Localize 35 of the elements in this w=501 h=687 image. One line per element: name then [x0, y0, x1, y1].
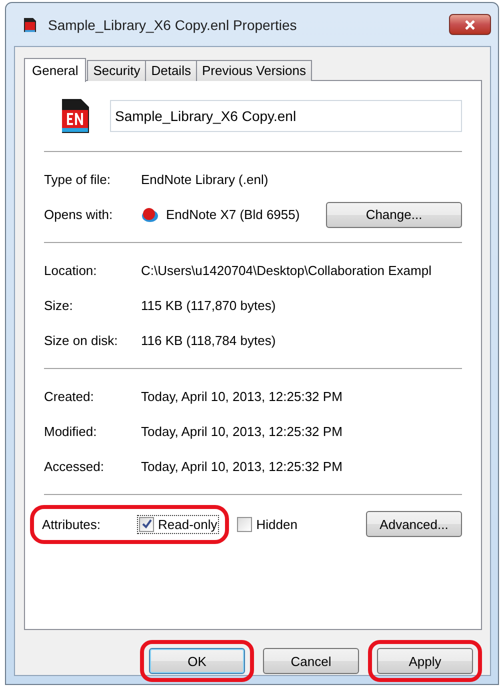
tab[interactable]: General	[24, 58, 86, 82]
field-label: Type of file:	[44, 172, 112, 187]
field-label: Created:	[44, 389, 95, 404]
close-icon	[464, 20, 476, 30]
tab[interactable]: Details	[145, 60, 197, 81]
field-label: Accessed:	[44, 459, 105, 474]
field-value: EndNote X7 (Bld 6955)	[166, 207, 300, 222]
dialog-button[interactable]: Cancel	[263, 648, 359, 674]
field-value: 115 KB (117,870 bytes)	[141, 298, 276, 313]
field-label: Opens with:	[44, 207, 114, 222]
field-label: Modified:	[44, 424, 98, 439]
tab[interactable]: Security	[87, 60, 146, 81]
file-name-field[interactable]: Sample_Library_X6 Copy.enl	[110, 100, 462, 132]
dialog-button[interactable]: OK	[149, 648, 245, 674]
close-button[interactable]	[449, 14, 491, 35]
file-icon	[22, 16, 38, 32]
field-label: Location:	[44, 263, 98, 278]
field-label: Size:	[44, 298, 74, 313]
field-value: Today, April 10, 2013, 12:25:32 PM	[141, 459, 342, 474]
field-label: Size on disk:	[44, 333, 119, 348]
app-icon	[141, 206, 159, 222]
field-value: 116 KB (118,784 bytes)	[141, 333, 276, 348]
dialog-button[interactable]: Apply	[377, 648, 473, 674]
field-value: EndNote Library (.enl)	[141, 172, 268, 187]
advanced-button[interactable]: Advanced...	[366, 511, 462, 537]
checkbox[interactable]: Hidden	[235, 514, 300, 534]
change-button[interactable]: Change...	[326, 202, 462, 228]
window-title: Sample_Library_X6 Copy.enl Properties	[48, 16, 297, 32]
field-value: C:\Users\u1420704\Desktop\Collaboration Exampl	[141, 263, 432, 278]
field-value: Today, April 10, 2013, 12:25:32 PM	[141, 424, 342, 439]
field-value: Today, April 10, 2013, 12:25:32 PM	[141, 389, 342, 404]
checkbox[interactable]: Read-only	[137, 514, 220, 534]
field-label: Attributes:	[42, 516, 102, 532]
check-icon	[142, 519, 152, 529]
tab[interactable]: Previous Versions	[196, 60, 312, 81]
